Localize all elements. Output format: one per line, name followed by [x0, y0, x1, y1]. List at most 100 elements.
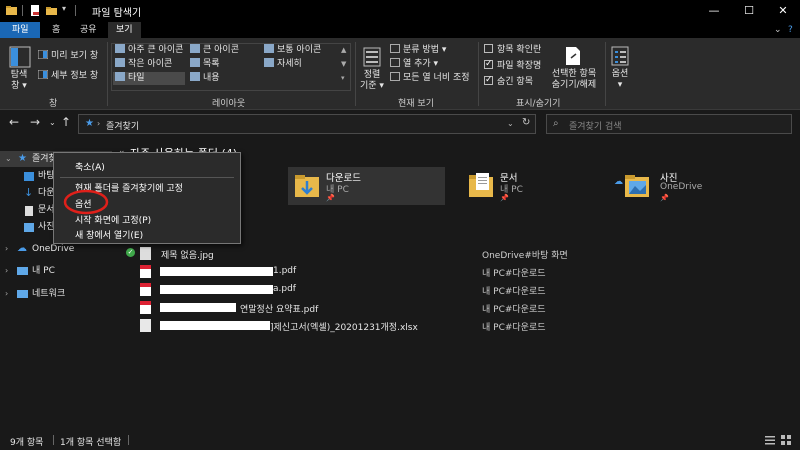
- maximize-button[interactable]: ☐: [732, 0, 766, 22]
- menu-item-collapse[interactable]: 축소(A): [75, 160, 105, 173]
- refresh-icon[interactable]: ↻: [522, 117, 530, 128]
- sort-by-button[interactable]: 정렬 기준 ▾: [357, 70, 387, 92]
- cloud-icon: ☁: [614, 177, 623, 187]
- layout-tiles[interactable]: 타일: [113, 72, 185, 85]
- hide-selected-button[interactable]: 선택한 항목 숨기기/해제: [545, 69, 603, 91]
- list-item[interactable]: ]제신고서(엑셀)_20201231개정.xlsx 내 PC#다운로드: [112, 317, 800, 335]
- checkbox[interactable]: [484, 58, 493, 71]
- details-pane-label: 세부 정보 창: [51, 71, 99, 81]
- new-folder-icon[interactable]: [46, 5, 57, 16]
- large-icons-view-icon[interactable]: [781, 435, 791, 445]
- file-name: ]제신고서(엑셀)_20201231개정.xlsx: [270, 323, 418, 333]
- layout-extra-large-icons[interactable]: 아주 큰 아이콘: [115, 44, 183, 57]
- layout-label: 작은 아이콘: [128, 59, 173, 69]
- fit-columns-button[interactable]: 모든 열 너비 조정: [390, 72, 470, 85]
- excel-file-icon: [140, 319, 151, 332]
- list-item[interactable]: 연말정산 요약표.pdf 내 PC#다운로드: [112, 299, 800, 317]
- properties-icon[interactable]: [30, 5, 41, 16]
- address-bar[interactable]: ★ › 즐겨찾기 ⌄ ↻: [78, 114, 536, 134]
- hide-selected-icon: [566, 47, 580, 65]
- minimize-button[interactable]: —: [697, 0, 731, 22]
- file-name: 연말정산 요약표.pdf: [240, 305, 319, 315]
- file-location: 내 PC#다운로드: [482, 305, 546, 315]
- layout-label: 목록: [203, 59, 220, 69]
- forward-arrow-icon[interactable]: →: [30, 115, 40, 129]
- fit-columns-label: 모든 열 너비 조정: [403, 73, 470, 83]
- details-icon: [264, 58, 274, 67]
- address-dropdown-icon[interactable]: ⌄: [507, 119, 514, 128]
- expand-chevron-icon[interactable]: ›: [5, 241, 8, 257]
- group-by-button[interactable]: 분류 방법 ▾: [390, 44, 446, 57]
- gallery-scroll-up-icon[interactable]: ▲: [341, 44, 346, 57]
- downloads-folder-icon: [295, 175, 319, 197]
- expand-chevron-icon[interactable]: ›: [5, 263, 8, 279]
- layout-details[interactable]: 자세히: [264, 58, 302, 71]
- tab-home[interactable]: 홈: [44, 22, 68, 38]
- list-item[interactable]: ✓ 제목 없음.jpg OneDrive#바탕 화면: [112, 245, 800, 263]
- title-bar: ▾ 파일 탐색기 — ☐ ✕: [0, 0, 800, 22]
- address-row: ← → ⌄ ↑ ★ › 즐겨찾기 ⌄ ↻ ⌕ 즐겨찾기 검색: [0, 110, 800, 138]
- star-icon: ★: [18, 153, 27, 164]
- file-location: 내 PC#다운로드: [482, 287, 546, 297]
- search-box[interactable]: ⌕ 즐겨찾기 검색: [546, 114, 792, 134]
- preview-pane-button[interactable]: 미리 보기 창: [38, 50, 98, 63]
- customize-qat-icon[interactable]: ▾: [62, 4, 73, 15]
- details-view-icon[interactable]: [765, 435, 775, 445]
- tab-file[interactable]: 파일: [0, 22, 40, 38]
- preview-pane-icon: [38, 50, 48, 59]
- chevron-right-icon[interactable]: ›: [97, 119, 100, 128]
- close-button[interactable]: ✕: [766, 0, 800, 22]
- options-button[interactable]: 옵션 ▾: [606, 69, 634, 91]
- expand-chevron-icon[interactable]: ⌄: [5, 151, 12, 167]
- highlight-circle: [63, 189, 109, 215]
- pictures-icon: [24, 223, 34, 232]
- tab-view[interactable]: 보기: [108, 22, 141, 38]
- details-pane-button[interactable]: 세부 정보 창: [38, 70, 98, 83]
- file-name: 제목 없음.jpg: [161, 251, 214, 261]
- file-extensions-label: 파일 확장명: [497, 61, 542, 71]
- folder-tile-documents[interactable]: 문서 내 PC 📌: [462, 167, 619, 205]
- navigation-pane-button[interactable]: 탐색 창 ▾: [5, 70, 33, 92]
- file-location: 내 PC#다운로드: [482, 269, 546, 279]
- back-arrow-icon[interactable]: ←: [9, 115, 19, 129]
- menu-item-open-new-window[interactable]: 새 창에서 열기(E): [75, 228, 143, 241]
- hidden-items-toggle[interactable]: 숨긴 항목: [484, 74, 533, 89]
- gallery-expand-icon[interactable]: ▾: [341, 72, 345, 85]
- checkbox[interactable]: [484, 74, 493, 87]
- list-item[interactable]: a.pdf 내 PC#다운로드: [112, 281, 800, 299]
- layout-large-icons[interactable]: 큰 아이콘: [190, 44, 239, 57]
- tab-share[interactable]: 공유: [72, 22, 105, 38]
- expand-chevron-icon[interactable]: ›: [5, 286, 8, 302]
- gallery-scroll-down-icon[interactable]: ▼: [341, 58, 346, 71]
- pin-icon: 📌: [326, 194, 335, 202]
- folder-tile-pictures[interactable]: ☁ 사진 OneDrive 📌: [612, 167, 769, 205]
- nav-this-pc[interactable]: › 내 PC: [0, 263, 112, 279]
- item-checkboxes-toggle[interactable]: 항목 확인란: [484, 44, 541, 57]
- help-icon[interactable]: ?: [780, 22, 800, 38]
- breadcrumb[interactable]: 즐겨찾기: [106, 119, 139, 132]
- layout-medium-icons[interactable]: 보통 아이콘: [264, 44, 321, 57]
- file-extensions-toggle[interactable]: 파일 확장명: [484, 58, 542, 73]
- layout-content[interactable]: 내용: [190, 72, 220, 85]
- pin-icon: 📌: [660, 194, 669, 202]
- list-item[interactable]: 1.pdf 내 PC#다운로드: [112, 263, 800, 281]
- nav-network[interactable]: › 네트워크: [0, 286, 112, 302]
- divider: [128, 435, 129, 445]
- folder-tile-downloads[interactable]: 다운로드 내 PC 📌: [288, 167, 445, 205]
- recent-locations-icon[interactable]: ⌄: [49, 118, 56, 127]
- menu-divider: [60, 177, 234, 178]
- extra-large-icons-icon: [115, 44, 125, 53]
- options-icon: [611, 46, 629, 66]
- hidden-items-label: 숨긴 항목: [497, 77, 533, 87]
- search-input[interactable]: 즐겨찾기 검색: [569, 119, 622, 132]
- group-divider: [478, 42, 479, 106]
- up-arrow-icon[interactable]: ↑: [61, 115, 71, 129]
- add-column-button[interactable]: 열 추가 ▾: [390, 58, 438, 71]
- checkbox[interactable]: [484, 44, 493, 53]
- layout-list[interactable]: 목록: [190, 58, 220, 71]
- group-by-label: 분류 방법 ▾: [403, 45, 447, 55]
- add-column-icon: [390, 58, 400, 67]
- ribbon: 탐색 창 ▾ 미리 보기 창 세부 정보 창 창 아주 큰 아이콘 큰 아이콘 …: [0, 38, 800, 110]
- divider: [22, 5, 23, 16]
- layout-small-icons[interactable]: 작은 아이콘: [115, 58, 172, 71]
